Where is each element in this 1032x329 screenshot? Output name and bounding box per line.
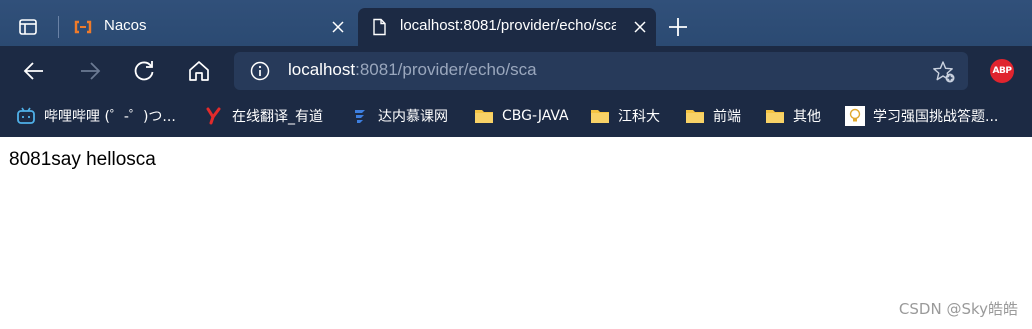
- alibaba-cloud-icon: [74, 20, 92, 34]
- folder-icon: [686, 110, 704, 123]
- response-text: 8081say hellosca: [9, 149, 156, 170]
- address-bar[interactable]: localhost:8081/provider/echo/sca: [234, 52, 968, 90]
- bookmark-label: 达内慕课网: [378, 109, 448, 125]
- tab-separator: [58, 16, 59, 38]
- bookmark-folder-jiangkeda[interactable]: 江科大: [590, 105, 660, 127]
- adblock-plus-icon[interactable]: ABP: [990, 59, 1014, 83]
- tarena-icon: [355, 110, 365, 123]
- refresh-icon[interactable]: [131, 58, 157, 84]
- toolbar: localhost:8081/provider/echo/sca ABP: [0, 46, 1032, 96]
- close-icon[interactable]: [632, 19, 648, 35]
- page-viewport: 8081say hellosca CSDN @Sky皓皓: [0, 137, 1032, 329]
- bookmark-xuexi[interactable]: 学习强国挑战答题...: [845, 105, 1025, 127]
- tab-title: Nacos: [104, 17, 147, 34]
- close-icon[interactable]: [330, 19, 346, 35]
- bookmarks-bar: 哔哩哔哩 (゜-゜)つ... 在线翻译_有道 达内慕课网 CBG-JAVA 江科…: [0, 96, 1032, 137]
- bookmark-folder-cbg-java[interactable]: CBG-JAVA: [474, 105, 569, 127]
- bookmark-folder-other[interactable]: 其他: [765, 105, 821, 127]
- bookmark-label: 哔哩哔哩 (゜-゜)つ...: [44, 109, 176, 125]
- bookmark-label: 在线翻译_有道: [232, 109, 323, 125]
- bookmark-label: CBG-JAVA: [502, 108, 569, 124]
- watermark: CSDN @Sky皓皓: [898, 300, 1018, 318]
- folder-icon: [591, 110, 609, 123]
- bookmark-label: 学习强国挑战答题...: [873, 109, 999, 125]
- browser-chrome: Nacos localhost:8081/provider/echo/sca l…: [0, 0, 1032, 137]
- add-favorite-icon[interactable]: [932, 60, 956, 84]
- forward-icon[interactable]: [77, 58, 103, 84]
- back-icon[interactable]: [21, 58, 47, 84]
- bookmark-tarena[interactable]: 达内慕课网: [350, 105, 448, 127]
- bookmark-label: 前端: [713, 109, 741, 125]
- url-path: :8081/provider/echo/sca: [355, 60, 537, 79]
- url-host: localhost: [288, 60, 356, 79]
- bulb-icon: [845, 106, 865, 126]
- home-icon[interactable]: [186, 58, 212, 84]
- site-info-icon[interactable]: [250, 61, 270, 81]
- bookmark-label: 其他: [793, 109, 821, 125]
- bookmark-folder-frontend[interactable]: 前端: [685, 105, 741, 127]
- youdao-icon: [206, 107, 221, 125]
- folder-icon: [475, 110, 493, 123]
- url-text[interactable]: localhost:8081/provider/echo/sca: [288, 60, 537, 80]
- page-icon: [373, 18, 386, 36]
- tab-actions-icon: [19, 19, 37, 35]
- bookmark-bilibili[interactable]: 哔哩哔哩 (゜-゜)つ...: [16, 105, 186, 127]
- folder-icon: [766, 110, 784, 123]
- bilibili-icon: [17, 107, 35, 124]
- bookmark-youdao[interactable]: 在线翻译_有道: [204, 105, 323, 127]
- tab-title: localhost:8081/provider/echo/sca: [400, 17, 616, 34]
- tab-strip: Nacos localhost:8081/provider/echo/sca: [0, 0, 1032, 46]
- tab-nacos[interactable]: Nacos: [62, 8, 354, 46]
- tab-actions-button[interactable]: [10, 9, 46, 45]
- new-tab-icon[interactable]: [666, 15, 690, 39]
- bookmark-label: 江科大: [618, 109, 660, 125]
- extension-label: ABP: [992, 66, 1012, 76]
- tab-localhost[interactable]: localhost:8081/provider/echo/sca: [358, 8, 656, 46]
